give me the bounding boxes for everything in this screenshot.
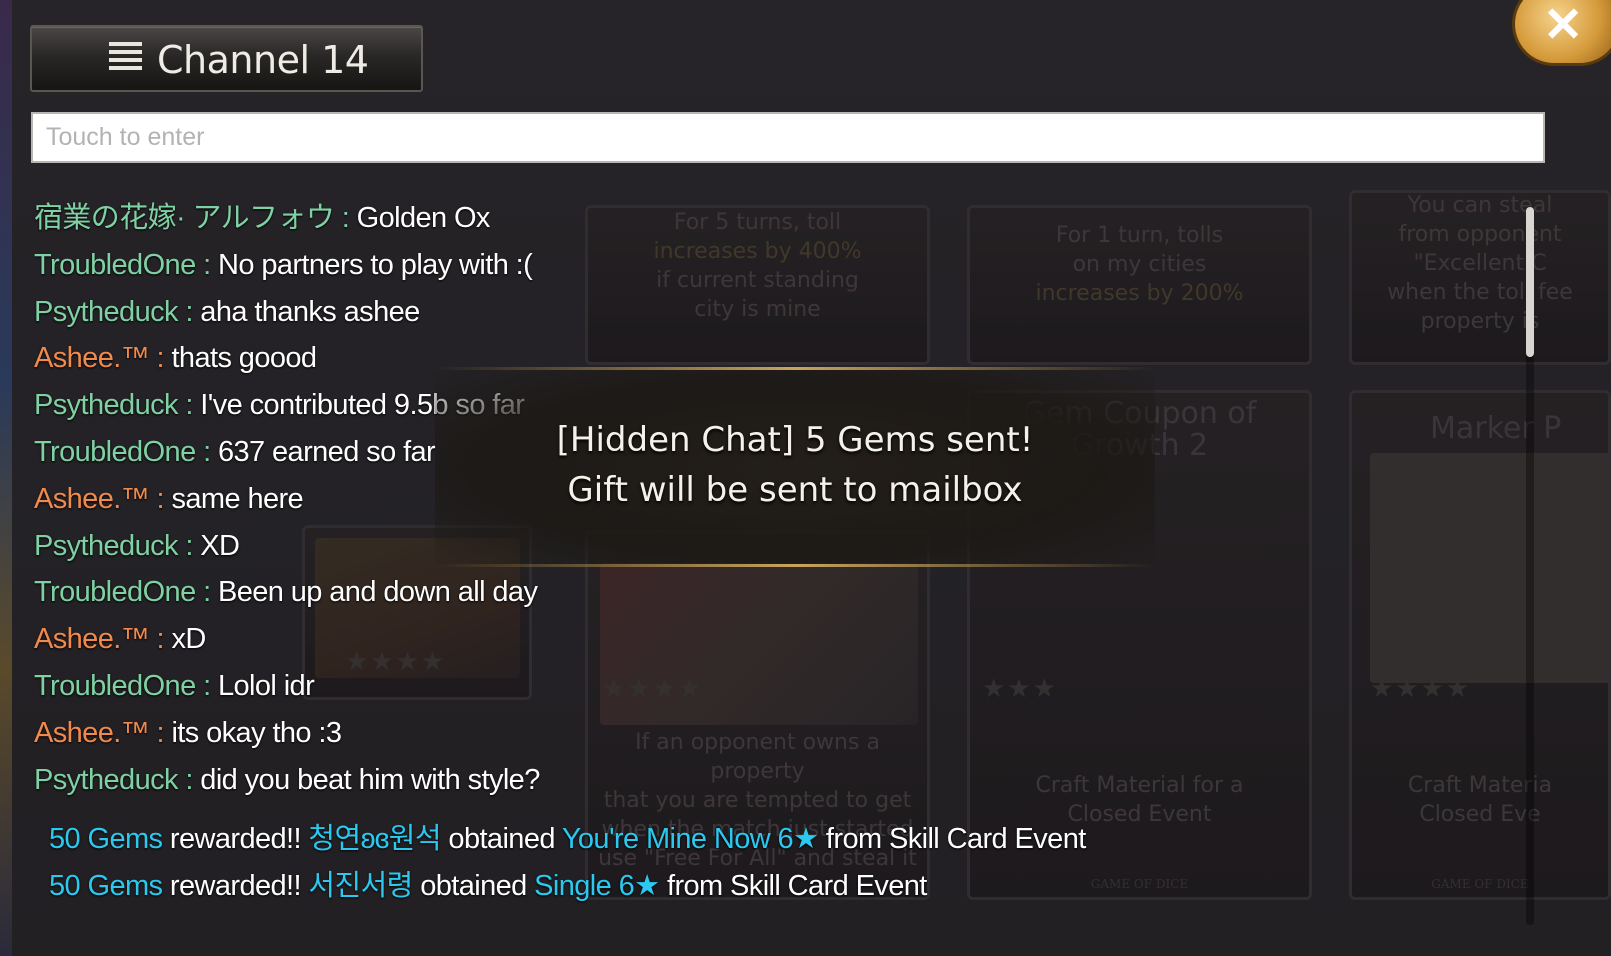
chat-username[interactable]: TroubledOne xyxy=(34,436,196,468)
background-edge xyxy=(0,0,12,956)
chat-separator: : xyxy=(195,248,218,281)
chat-username[interactable]: 宿業の花嫁· アルフォウ xyxy=(34,202,335,234)
reward-amount: 50 Gems xyxy=(49,870,163,902)
system-message-list: 50 Gems rewarded!! 청연ʚɞ원석 obtained You'r… xyxy=(49,816,1086,910)
chat-message: TroubledOne : Been up and down all day xyxy=(34,569,540,616)
obtained-text: obtained xyxy=(412,870,535,902)
chat-message: Ashee.™ : its okay tho :3 xyxy=(34,710,540,757)
toast-line-1: [Hidden Chat] 5 Gems sent! xyxy=(556,420,1034,460)
chat-message: Psytheduck : did you beat him with style… xyxy=(34,757,540,804)
toast-border-bottom xyxy=(435,564,1155,567)
reward-text: rewarded!! xyxy=(162,823,309,855)
chat-message: TroubledOne : No partners to play with :… xyxy=(34,242,540,289)
chat-text: did you beat him with style? xyxy=(200,763,540,796)
chat-separator: : xyxy=(177,295,201,328)
chat-input-box[interactable] xyxy=(31,112,1545,163)
close-icon: ✕ xyxy=(1543,0,1584,52)
chat-username[interactable]: TroubledOne xyxy=(34,249,196,281)
chat-username[interactable]: Ashee.™ xyxy=(34,342,150,374)
notification-toast: [Hidden Chat] 5 Gems sent! Gift will be … xyxy=(435,367,1155,567)
chat-message: 宿業の花嫁· アルフォウ : Golden Ox xyxy=(34,195,540,242)
chat-username[interactable]: Psytheduck xyxy=(34,764,179,796)
reward-amount: 50 Gems xyxy=(49,823,163,855)
chat-separator: : xyxy=(149,482,172,515)
chat-username[interactable]: Psytheduck xyxy=(34,296,179,328)
chat-text: No partners to play with :( xyxy=(217,248,533,281)
chat-message: TroubledOne : Lolol idr xyxy=(34,663,540,710)
chat-text: Lolol idr xyxy=(217,669,315,702)
menu-icon xyxy=(109,42,142,75)
chat-username[interactable]: TroubledOne xyxy=(34,670,196,702)
chat-username[interactable]: Ashee.™ xyxy=(34,717,150,749)
channel-title: Channel 14 xyxy=(157,38,369,82)
chat-username[interactable]: Psytheduck xyxy=(34,389,179,421)
chat-separator: : xyxy=(177,389,201,422)
chat-separator: : xyxy=(334,202,357,234)
chat-separator: : xyxy=(149,716,172,749)
chat-separator: : xyxy=(177,763,201,796)
chat-input[interactable] xyxy=(33,114,1543,161)
chat-username[interactable]: Ashee.™ xyxy=(34,483,150,515)
system-message: 50 Gems rewarded!! 서진서령 obtained Single … xyxy=(49,863,1086,910)
chat-text: same here xyxy=(171,482,304,515)
chat-scrollbar[interactable] xyxy=(1526,207,1534,925)
chat-message: Psytheduck : aha thanks ashee xyxy=(34,289,540,336)
chat-text: thats goood xyxy=(171,342,317,375)
player-name[interactable]: 서진서령 xyxy=(308,870,413,902)
card-name: Single 6★ xyxy=(534,870,660,902)
chat-message: Ashee.™ : xD xyxy=(34,616,540,663)
chat-text: xD xyxy=(171,623,206,656)
chat-text: 637 earned so far xyxy=(217,435,436,468)
system-message: 50 Gems rewarded!! 청연ʚɞ원석 obtained You'r… xyxy=(49,816,1086,863)
chat-separator: : xyxy=(149,342,172,375)
chat-text: aha thanks ashee xyxy=(200,295,420,328)
card-name: You're Mine Now 6★ xyxy=(561,823,819,855)
chat-separator: : xyxy=(149,623,172,656)
toast-border-top xyxy=(435,367,1155,370)
reward-text: rewarded!! xyxy=(162,870,309,902)
obtained-text: obtained xyxy=(440,823,562,855)
chat-text: its okay tho :3 xyxy=(171,716,342,749)
chat-text: XD xyxy=(200,529,240,562)
toast-line-2: Gift will be sent to mailbox xyxy=(567,470,1023,510)
channel-selector[interactable]: Channel 14 xyxy=(30,25,423,92)
close-button[interactable]: ✕ xyxy=(1512,0,1611,66)
chat-separator: : xyxy=(177,529,201,562)
chat-separator: : xyxy=(195,669,218,702)
event-source: from Skill Card Event xyxy=(818,823,1086,855)
chat-username[interactable]: Psytheduck xyxy=(34,530,179,562)
chat-text: Golden Ox xyxy=(356,202,491,234)
chat-separator: : xyxy=(195,576,218,609)
event-source: from Skill Card Event xyxy=(659,870,927,902)
chat-separator: : xyxy=(195,435,218,468)
chat-text: Been up and down all day xyxy=(217,576,538,609)
player-name[interactable]: 청연ʚɞ원석 xyxy=(308,823,441,855)
chat-username[interactable]: TroubledOne xyxy=(34,576,196,608)
scroll-thumb[interactable] xyxy=(1526,207,1534,357)
chat-username[interactable]: Ashee.™ xyxy=(34,623,150,655)
